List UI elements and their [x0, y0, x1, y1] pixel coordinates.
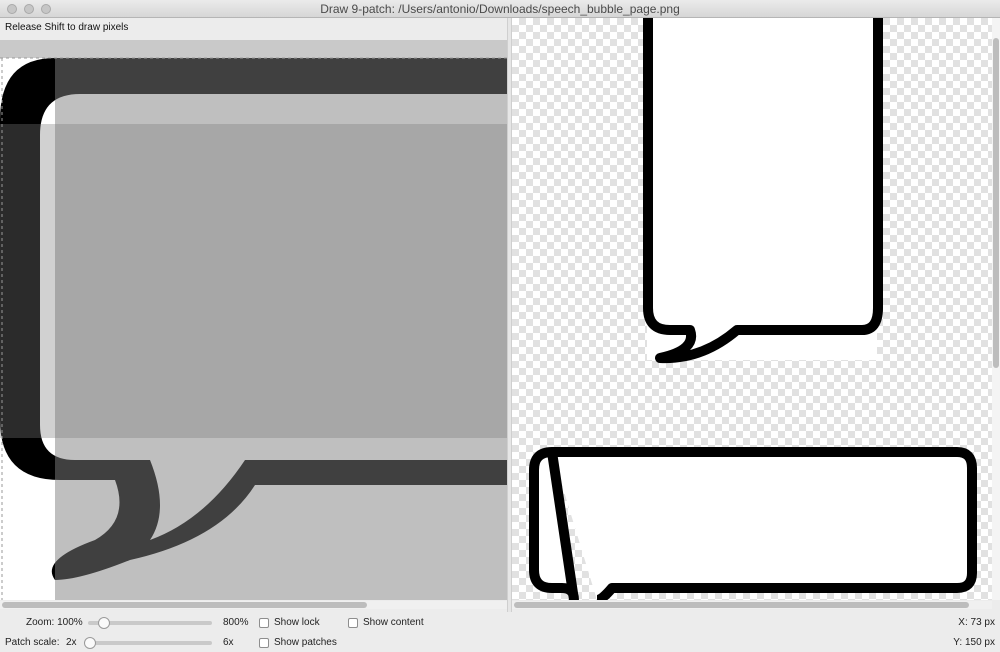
scrollbar-thumb[interactable]	[514, 602, 969, 608]
zoom-slider-knob[interactable]	[98, 617, 110, 629]
checkbox-icon[interactable]	[259, 617, 269, 628]
speech-bubble-zoomed-image	[0, 40, 507, 600]
title-bar: Draw 9-patch: /Users/antonio/Downloads/s…	[0, 0, 1000, 18]
scrollbar-thumb[interactable]	[2, 602, 367, 608]
status-text: Release Shift to draw pixels	[5, 22, 129, 33]
stretched-speech-bubbles	[529, 18, 977, 600]
zoom-label: Zoom: 100%	[26, 617, 83, 628]
patch-scale-min-label: 2x	[66, 637, 77, 648]
preview-horizontal-scrollbar[interactable]	[512, 601, 992, 609]
editor-horizontal-scrollbar[interactable]	[0, 601, 507, 609]
patch-scale-slider[interactable]	[84, 637, 212, 649]
control-bar: Zoom: 100% 800% Show lock Show content P…	[0, 612, 1000, 652]
vertical-stretch-patch	[0, 124, 507, 438]
window-title: Draw 9-patch: /Users/antonio/Downloads/s…	[320, 2, 680, 16]
y-coordinate-readout: Y: 150 px	[953, 637, 995, 648]
patch-scale-label: Patch scale:	[5, 637, 60, 648]
scrollbar-thumb[interactable]	[993, 38, 999, 368]
show-content-label: Show content	[363, 617, 424, 628]
checkbox-icon[interactable]	[259, 637, 269, 648]
zoom-slider[interactable]	[88, 617, 212, 629]
patch-editor-canvas[interactable]	[0, 40, 507, 600]
stretch-preview-panel	[512, 18, 992, 600]
checkbox-icon[interactable]	[348, 617, 358, 628]
show-lock-label: Show lock	[274, 617, 320, 628]
show-content-checkbox[interactable]: Show content	[348, 617, 424, 628]
zoom-max-label: 800%	[223, 617, 249, 628]
show-lock-checkbox[interactable]: Show lock	[259, 617, 320, 628]
show-patches-label: Show patches	[274, 637, 337, 648]
patch-scale-slider-knob[interactable]	[84, 637, 96, 649]
preview-vertical-scrollbar[interactable]	[992, 18, 1000, 600]
show-patches-checkbox[interactable]: Show patches	[259, 637, 337, 648]
x-coordinate-readout: X: 73 px	[958, 617, 995, 628]
patch-scale-max-label: 6x	[223, 637, 234, 648]
